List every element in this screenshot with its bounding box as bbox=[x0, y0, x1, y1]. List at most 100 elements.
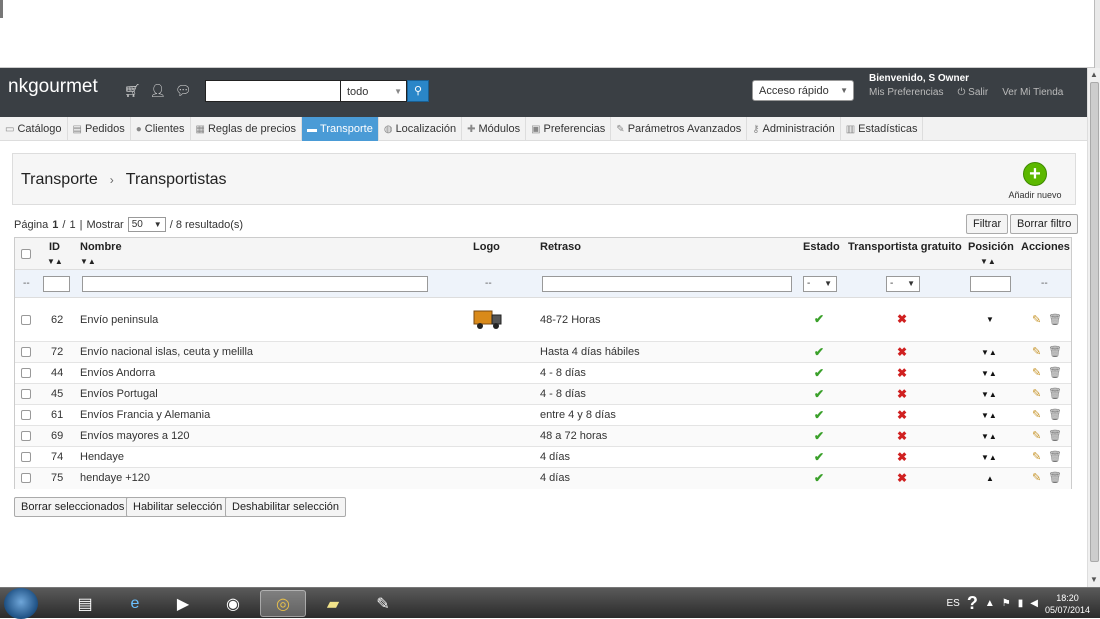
status-enabled-icon[interactable]: ✔ bbox=[814, 366, 824, 380]
filter-status-select[interactable]: - ▼ bbox=[803, 276, 837, 292]
table-row[interactable]: 44 Envíos Andorra 4 - 8 días ✔ ✖ ▼▲ ✎ 🗑︎ bbox=[15, 363, 1071, 384]
filter-delay-input[interactable] bbox=[542, 276, 792, 292]
row-checkbox[interactable] bbox=[21, 452, 31, 462]
delete-icon[interactable]: 🗑︎ bbox=[1048, 313, 1062, 326]
search-input[interactable] bbox=[205, 80, 341, 102]
row-checkbox[interactable] bbox=[21, 315, 31, 325]
tab-preferences[interactable]: ▣ Preferencias bbox=[526, 117, 612, 141]
status-enabled-icon[interactable]: ✔ bbox=[814, 387, 824, 401]
reset-filter-button[interactable]: Borrar filtro bbox=[1010, 214, 1079, 234]
row-checkbox[interactable] bbox=[21, 473, 31, 483]
edit-icon[interactable]: ✎ bbox=[1032, 450, 1041, 463]
my-preferences-link[interactable]: Mis Preferencias bbox=[869, 87, 943, 98]
flag-icon[interactable]: ⚑ bbox=[1002, 598, 1011, 609]
tab-advanced-parameters[interactable]: ✎ Parámetros Avanzados bbox=[611, 117, 748, 141]
table-row[interactable]: 75 hendaye +120 4 días ✔ ✖ ▲ ✎ 🗑︎ bbox=[15, 468, 1071, 489]
enable-selection-button[interactable]: Habilitar selección bbox=[126, 497, 230, 517]
sort-id-icon[interactable]: ▼▲ bbox=[47, 257, 63, 266]
status-enabled-icon[interactable]: ✔ bbox=[814, 471, 824, 485]
table-row[interactable]: 72 Envío nacional islas, ceuta y melilla… bbox=[15, 342, 1071, 363]
tab-stats[interactable]: ▥ Estadísticas bbox=[841, 117, 924, 141]
per-page-select[interactable]: 50 ▼ bbox=[127, 217, 166, 232]
row-checkbox[interactable] bbox=[21, 347, 31, 357]
sort-position-icon[interactable]: ▼▲ bbox=[980, 257, 996, 266]
delete-icon[interactable]: 🗑︎ bbox=[1048, 387, 1062, 400]
tab-orders[interactable]: ▤ Pedidos bbox=[68, 117, 131, 141]
delete-icon[interactable]: 🗑︎ bbox=[1048, 345, 1062, 358]
scroll-down-icon[interactable]: ▼ bbox=[1088, 573, 1100, 587]
edit-icon[interactable]: ✎ bbox=[1032, 313, 1041, 326]
messages-icon[interactable]: 💬︎ bbox=[175, 83, 192, 99]
status-enabled-icon[interactable]: ✔ bbox=[814, 312, 824, 326]
edit-icon[interactable]: ✎ bbox=[1032, 366, 1041, 379]
notes-taskbar-icon[interactable]: ▰ bbox=[310, 590, 356, 617]
filter-free-select[interactable]: - ▼ bbox=[886, 276, 920, 292]
row-checkbox[interactable] bbox=[21, 410, 31, 420]
customer-icon[interactable]: 👤︎ bbox=[150, 83, 167, 99]
filter-position-input[interactable] bbox=[970, 276, 1011, 292]
hp-taskbar-icon[interactable]: ◉ bbox=[210, 590, 256, 617]
tray-expand-icon[interactable]: ▲ bbox=[985, 598, 995, 609]
add-new-button[interactable]: + Añadir nuevo bbox=[1007, 162, 1063, 200]
status-enabled-icon[interactable]: ✔ bbox=[814, 345, 824, 359]
status-enabled-icon[interactable]: ✔ bbox=[814, 408, 824, 422]
network-icon[interactable]: ▮ bbox=[1018, 598, 1024, 609]
volume-icon[interactable]: ◀ bbox=[1030, 598, 1038, 609]
move-down-icon[interactable]: ▼ bbox=[986, 315, 994, 324]
scroll-up-icon[interactable]: ▲ bbox=[1088, 68, 1100, 82]
delete-selected-button[interactable]: Borrar seleccionados bbox=[14, 497, 132, 517]
explorer-taskbar-icon[interactable]: ▤ bbox=[62, 590, 108, 617]
move-position-icon[interactable]: ▼▲ bbox=[981, 369, 997, 378]
move-position-icon[interactable]: ▼▲ bbox=[981, 432, 997, 441]
table-row[interactable]: 62 Envío peninsula 48-72 Horas ✔ ✖ ▼ ✎ 🗑… bbox=[15, 298, 1071, 342]
edit-icon[interactable]: ✎ bbox=[1032, 471, 1041, 484]
move-up-icon[interactable]: ▲ bbox=[986, 474, 994, 483]
move-position-icon[interactable]: ▼▲ bbox=[981, 453, 997, 462]
filter-id-input[interactable] bbox=[43, 276, 70, 292]
status-enabled-icon[interactable]: ✔ bbox=[814, 429, 824, 443]
quick-access-select[interactable]: Acceso rápido ▼ bbox=[752, 80, 854, 101]
ie-taskbar-icon[interactable]: e bbox=[112, 590, 158, 617]
search-scope-select[interactable]: todo ▼ bbox=[341, 80, 407, 102]
tab-catalog[interactable]: ▭ Catálogo bbox=[0, 117, 68, 141]
filter-button[interactable]: Filtrar bbox=[966, 214, 1009, 234]
move-position-icon[interactable]: ▼▲ bbox=[981, 390, 997, 399]
table-row[interactable]: 69 Envíos mayores a 120 48 a 72 horas ✔ … bbox=[15, 426, 1071, 447]
tab-price-rules[interactable]: ▦ Reglas de precios bbox=[191, 117, 303, 141]
delete-icon[interactable]: 🗑︎ bbox=[1048, 429, 1062, 442]
edit-icon[interactable]: ✎ bbox=[1032, 408, 1041, 421]
delete-icon[interactable]: 🗑︎ bbox=[1048, 366, 1062, 379]
sort-name-icon[interactable]: ▼▲ bbox=[80, 257, 96, 266]
start-button[interactable] bbox=[4, 588, 38, 619]
tab-localization[interactable]: ◍ Localización bbox=[379, 117, 463, 141]
clock[interactable]: 18:20 05/07/2014 bbox=[1045, 592, 1090, 616]
move-position-icon[interactable]: ▼▲ bbox=[981, 348, 997, 357]
help-icon[interactable]: ? bbox=[967, 593, 978, 614]
tab-modules[interactable]: ✚ Módulos bbox=[462, 117, 527, 141]
language-indicator[interactable]: ES bbox=[947, 598, 960, 609]
tab-customers[interactable]: ● Clientes bbox=[131, 117, 191, 141]
search-button[interactable]: ⚲ bbox=[407, 80, 429, 102]
edit-icon[interactable]: ✎ bbox=[1032, 429, 1041, 442]
table-row[interactable]: 61 Envíos Francia y Alemania entre 4 y 8… bbox=[15, 405, 1071, 426]
status-enabled-icon[interactable]: ✔ bbox=[814, 450, 824, 464]
shop-name[interactable]: nkgourmet bbox=[8, 76, 98, 98]
page-scrollbar[interactable]: ▲ ▼ bbox=[1087, 68, 1100, 587]
paint-taskbar-icon[interactable]: ✎ bbox=[360, 590, 406, 617]
delete-icon[interactable]: 🗑︎ bbox=[1048, 408, 1062, 421]
cart-icon[interactable]: 🛒︎ bbox=[124, 83, 141, 99]
table-row[interactable]: 45 Envíos Portugal 4 - 8 días ✔ ✖ ▼▲ ✎ 🗑… bbox=[15, 384, 1071, 405]
row-checkbox[interactable] bbox=[21, 368, 31, 378]
breadcrumb-parent[interactable]: Transporte bbox=[21, 171, 98, 188]
scroll-thumb[interactable] bbox=[1090, 82, 1099, 562]
row-checkbox[interactable] bbox=[21, 431, 31, 441]
delete-icon[interactable]: 🗑︎ bbox=[1048, 450, 1062, 463]
row-checkbox[interactable] bbox=[21, 389, 31, 399]
tab-administration[interactable]: ⚷ Administración bbox=[747, 117, 841, 141]
media-player-taskbar-icon[interactable]: ▶ bbox=[160, 590, 206, 617]
tab-shipping[interactable]: ▬ Transporte bbox=[302, 117, 379, 141]
filter-name-input[interactable] bbox=[82, 276, 428, 292]
table-row[interactable]: 74 Hendaye 4 días ✔ ✖ ▼▲ ✎ 🗑︎ bbox=[15, 447, 1071, 468]
delete-icon[interactable]: 🗑︎ bbox=[1048, 471, 1062, 484]
view-shop-link[interactable]: Ver Mi Tienda bbox=[1002, 87, 1063, 98]
